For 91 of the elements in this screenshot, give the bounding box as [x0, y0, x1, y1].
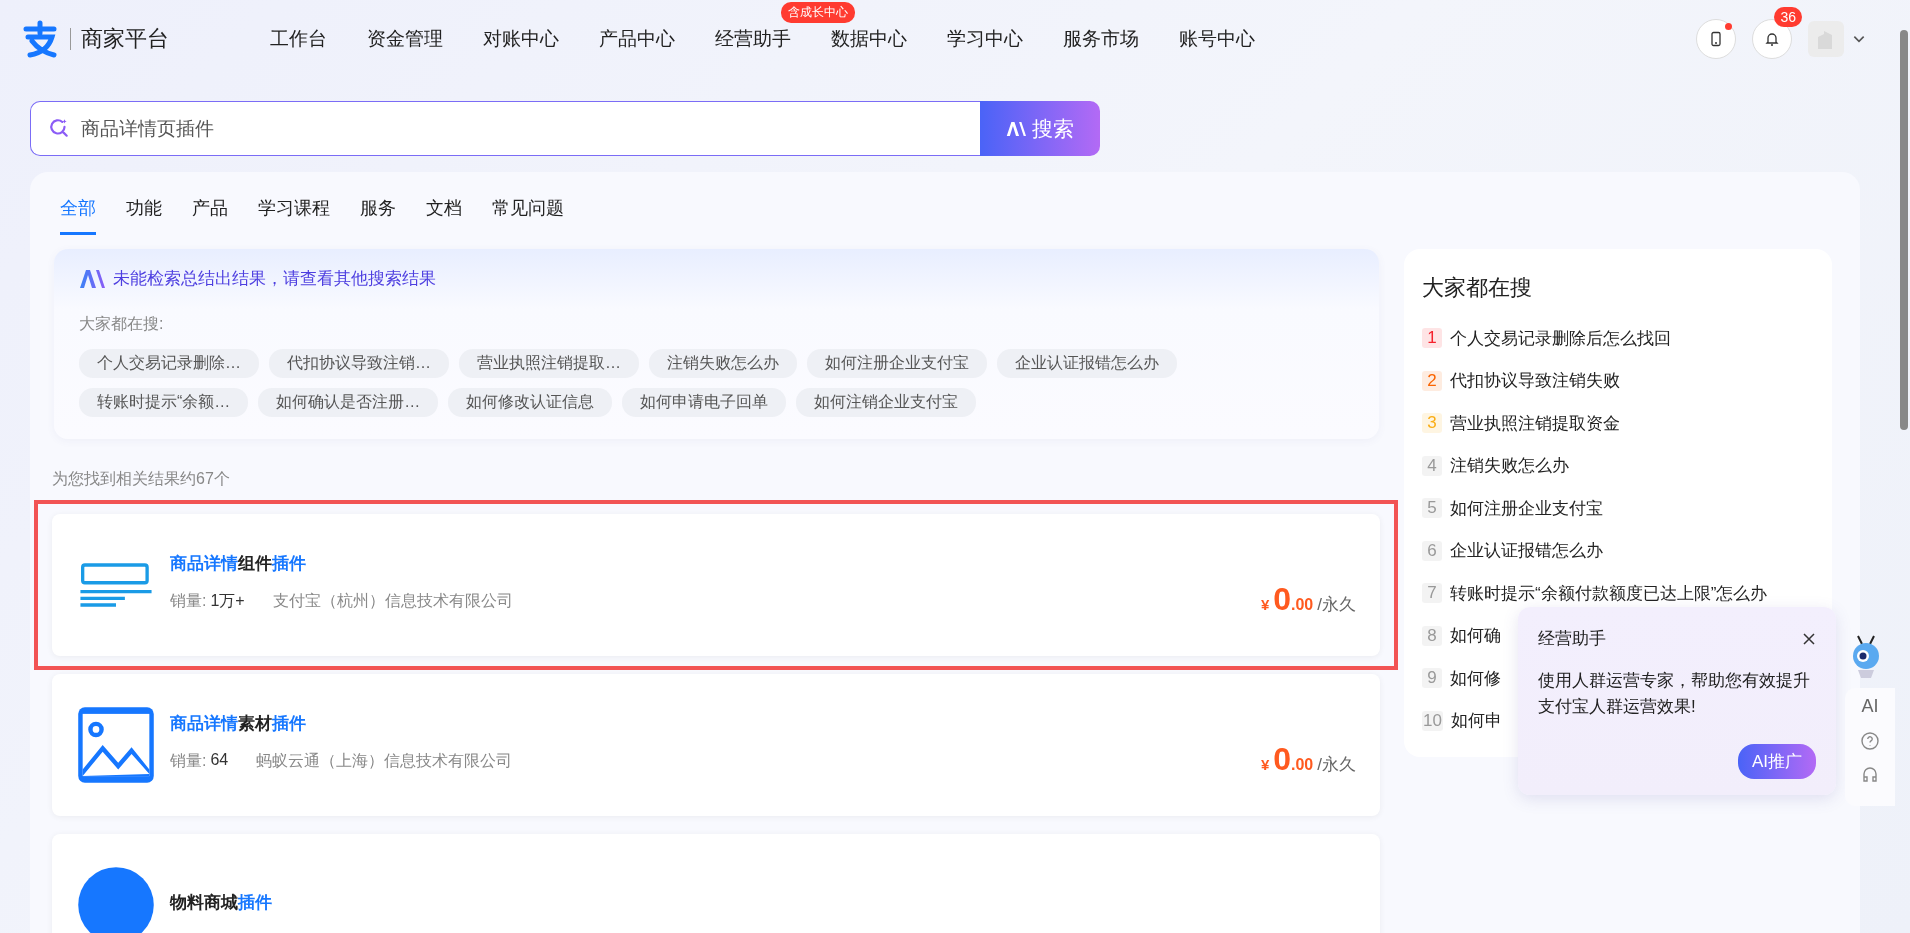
result-card[interactable]: 商品详情组件插件 销量: 1万+ 支付宝（杭州）信息技术有限公司 ¥0.00 /永久: [52, 514, 1380, 656]
ai-logo-icon: [79, 268, 105, 289]
headset-icon[interactable]: [1860, 765, 1880, 785]
hot-search-link[interactable]: 如何申: [1450, 709, 1502, 733]
nav-link[interactable]: 工作台: [270, 28, 327, 49]
price-period: /永久: [1317, 594, 1356, 616]
search-suggestion-chip[interactable]: 代扣协议导致注销…: [269, 349, 449, 378]
rank-badge: 8: [1422, 625, 1442, 646]
result-card[interactable]: 物料商城插件: [52, 834, 1380, 933]
tab[interactable]: 全部: [60, 190, 96, 235]
image-icon: [76, 705, 156, 785]
search-suggestion-chip[interactable]: 个人交易记录删除…: [79, 349, 259, 378]
phone-icon: [1708, 31, 1724, 47]
phone-button[interactable]: [1696, 19, 1736, 59]
currency-symbol: ¥: [1260, 756, 1270, 773]
nav-link[interactable]: 数据中心: [831, 28, 907, 49]
hot-search-link[interactable]: 如何修: [1450, 666, 1501, 690]
nav-link[interactable]: 资金管理: [367, 28, 443, 49]
search-suggestion-chip[interactable]: 如何修改认证信息: [448, 388, 613, 417]
rank-badge: 2: [1422, 370, 1442, 391]
rank-badge: 4: [1422, 455, 1442, 476]
nav-link[interactable]: 产品中心: [599, 28, 675, 49]
hot-search-link[interactable]: 转账时提示“余额付款额度已达上限”怎么办: [1450, 581, 1768, 605]
hot-search-link[interactable]: 如何确: [1450, 624, 1501, 648]
rank-badge: 5: [1422, 498, 1442, 519]
hot-search-link[interactable]: 注销失败怎么办: [1450, 454, 1569, 478]
search-suggestion-chip[interactable]: 如何注册企业支付宝: [807, 349, 987, 378]
search-suggestion-chip[interactable]: 如何注销企业支付宝: [796, 388, 977, 417]
search-suggestion-chip[interactable]: 转账时提示“余额…: [79, 388, 249, 417]
result-title[interactable]: 商品详情素材插件: [170, 712, 306, 735]
sales-value: 1万+: [210, 591, 245, 611]
rank-badge: 10: [1422, 710, 1443, 731]
sales-label: 销量:: [170, 591, 207, 611]
popup-title: 经营助手: [1538, 628, 1606, 650]
price-value: 0: [1273, 741, 1291, 778]
help-icon[interactable]: [1860, 731, 1880, 751]
sales-label: 销量:: [170, 751, 207, 771]
tab[interactable]: 服务: [360, 190, 396, 235]
ai-logo-icon: [1006, 120, 1026, 137]
popup-message: 使用人群运营专家，帮助您有效提升支付宝人群运营效果!: [1538, 670, 1811, 719]
search-suggestion-chip[interactable]: 营业执照注销提取…: [459, 349, 639, 378]
hot-search-link[interactable]: 营业执照注销提取资金: [1450, 411, 1620, 435]
hot-search-link[interactable]: 企业认证报错怎么办: [1450, 539, 1603, 563]
result-card[interactable]: 商品详情素材插件 销量: 64 蚂蚁云通（上海）信息技术有限公司 ¥0.00 /永久: [52, 674, 1380, 816]
nav-badge: 含成长中心: [781, 2, 855, 23]
scrollbar[interactable]: [1900, 30, 1908, 430]
search-suggestion-chip[interactable]: 如何确认是否注册…: [258, 388, 439, 417]
hot-search-link[interactable]: 个人交易记录删除后怎么找回: [1450, 326, 1671, 350]
bell-icon: [1764, 31, 1780, 47]
nav-link[interactable]: 对账中心: [483, 28, 559, 49]
tab[interactable]: 常见问题: [492, 190, 564, 235]
result-count: 为您找到相关结果约67个: [52, 469, 231, 489]
hot-search-link[interactable]: 代扣协议导致注销失败: [1450, 369, 1620, 393]
rank-badge: 1: [1422, 328, 1442, 349]
rank-badge: 3: [1422, 413, 1442, 434]
nav-link[interactable]: 学习中心: [947, 28, 1023, 49]
search-suggestion-chip[interactable]: 注销失败怎么办: [649, 349, 797, 378]
hot-search-link[interactable]: 如何注册企业支付宝: [1450, 496, 1603, 520]
popular-label: 大家都在搜:: [79, 314, 165, 334]
currency-symbol: ¥: [1260, 596, 1270, 613]
price-value: 0: [1273, 581, 1291, 618]
search-icon: [48, 117, 70, 139]
notification-count: 36: [1774, 7, 1802, 27]
ai-search-button[interactable]: 搜索: [980, 101, 1100, 156]
tab[interactable]: 学习课程: [258, 190, 330, 235]
nav-link[interactable]: 服务市场: [1063, 28, 1139, 49]
nav-link[interactable]: 经营助手: [715, 28, 791, 49]
search-suggestion-chip[interactable]: 如何申请电子回单: [622, 388, 787, 417]
ai-promote-button[interactable]: AI推广: [1737, 744, 1816, 779]
tab[interactable]: 文档: [426, 190, 462, 235]
rank-badge: 6: [1422, 540, 1442, 561]
nav-link[interactable]: 账号中心: [1179, 28, 1255, 49]
tab[interactable]: 产品: [192, 190, 228, 235]
vendor-name: 支付宝（杭州）信息技术有限公司: [272, 591, 513, 611]
rank-badge: 7: [1422, 583, 1442, 604]
search-suggestion-chip[interactable]: 企业认证报错怎么办: [997, 349, 1177, 378]
price-period: /永久: [1317, 754, 1356, 776]
search-field[interactable]: 商品详情页插件: [30, 101, 980, 156]
close-icon[interactable]: [1802, 631, 1816, 646]
panel-title: 大家都在搜: [1422, 274, 1533, 302]
result-title[interactable]: 物料商城插件: [170, 890, 272, 914]
ai-side-button[interactable]: AI: [1861, 696, 1879, 717]
tab[interactable]: 功能: [126, 190, 162, 235]
ai-message: 未能检索总结出结果，请查看其他搜索结果: [113, 268, 436, 290]
price-cents: .00: [1291, 596, 1314, 614]
vendor-name: 蚂蚁云通（上海）信息技术有限公司: [256, 751, 513, 771]
result-title[interactable]: 商品详情组件插件: [170, 552, 306, 575]
price-cents: .00: [1291, 756, 1314, 774]
brand-name: 商家平台: [81, 25, 169, 53]
rank-badge: 9: [1422, 668, 1442, 689]
sales-value: 64: [210, 751, 229, 770]
